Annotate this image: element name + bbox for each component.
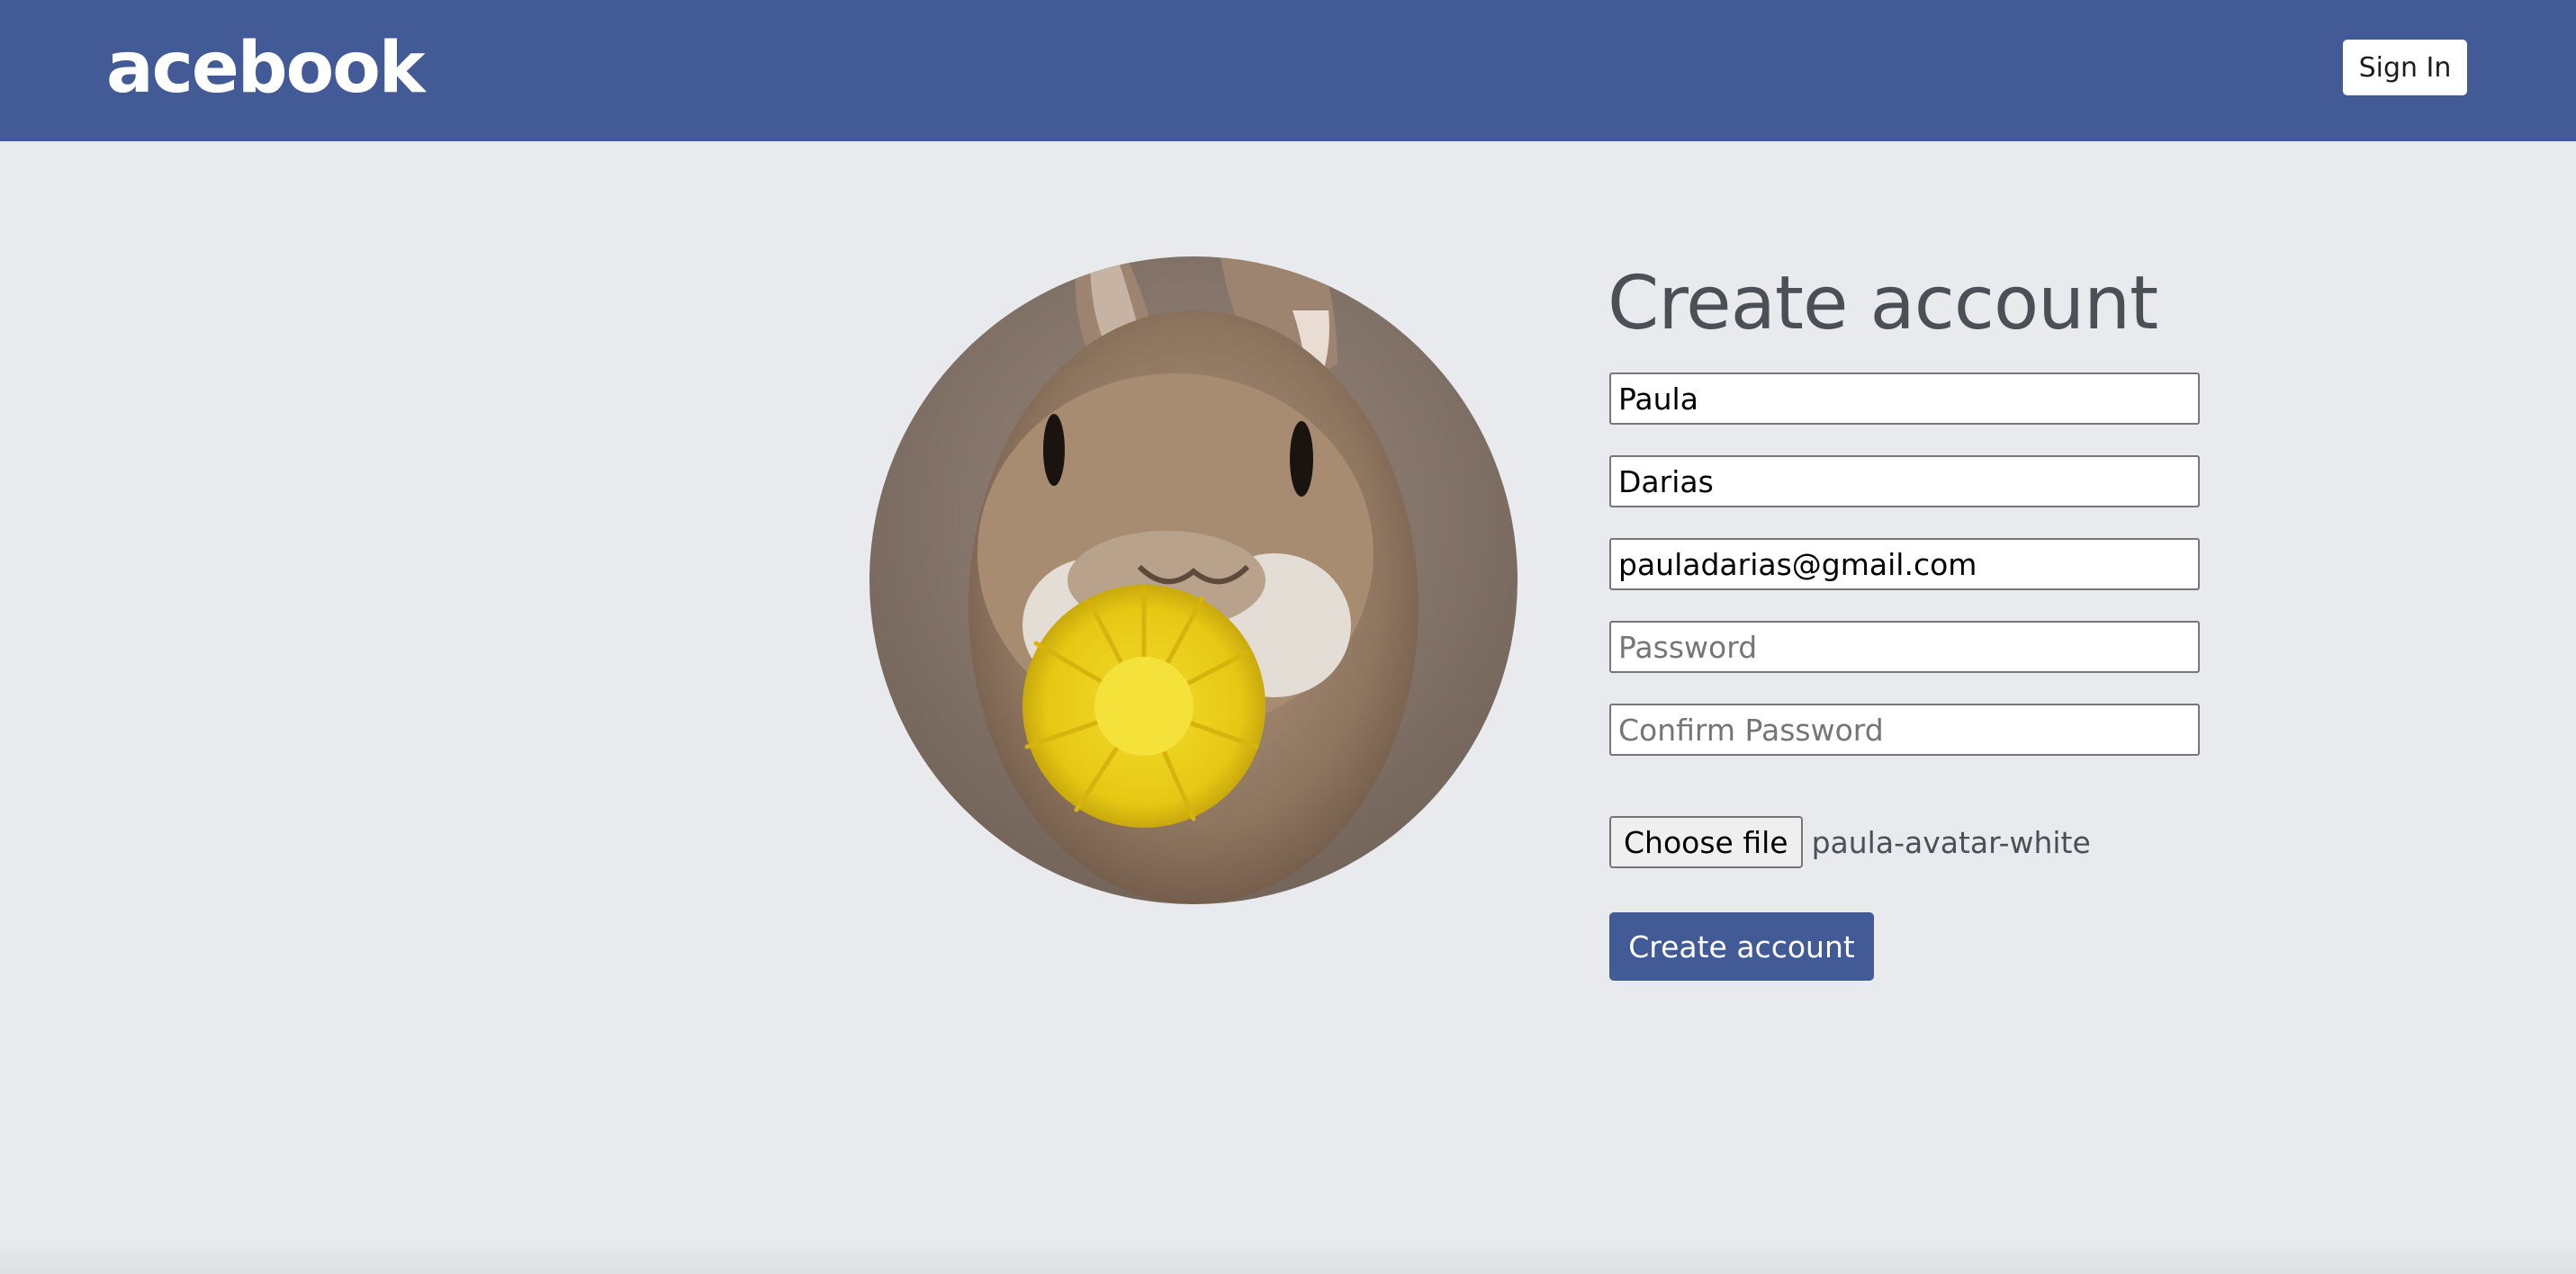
password-input[interactable] [1609,621,2200,673]
create-account-button[interactable]: Create account [1609,912,1874,981]
sign-in-button[interactable]: Sign In [2343,40,2467,95]
selected-file-name: paula-avatar-white [1811,824,2091,860]
form-title: Create account [1608,261,2158,346]
confirm-password-input[interactable] [1609,704,2200,756]
rabbit-avatar-image [869,256,1518,904]
page-bottom-shadow [0,1238,2576,1274]
email-input[interactable] [1609,538,2200,590]
brand-logo[interactable]: acebook [106,25,426,112]
choose-file-button[interactable]: Choose file [1609,816,1803,868]
avatar-preview [869,256,1518,904]
first-name-input[interactable] [1609,372,2200,425]
top-navbar: acebook Sign In [0,0,2576,141]
last-name-input[interactable] [1609,455,2200,507]
avatar-file-picker: Choose file paula-avatar-white [1609,815,2091,869]
